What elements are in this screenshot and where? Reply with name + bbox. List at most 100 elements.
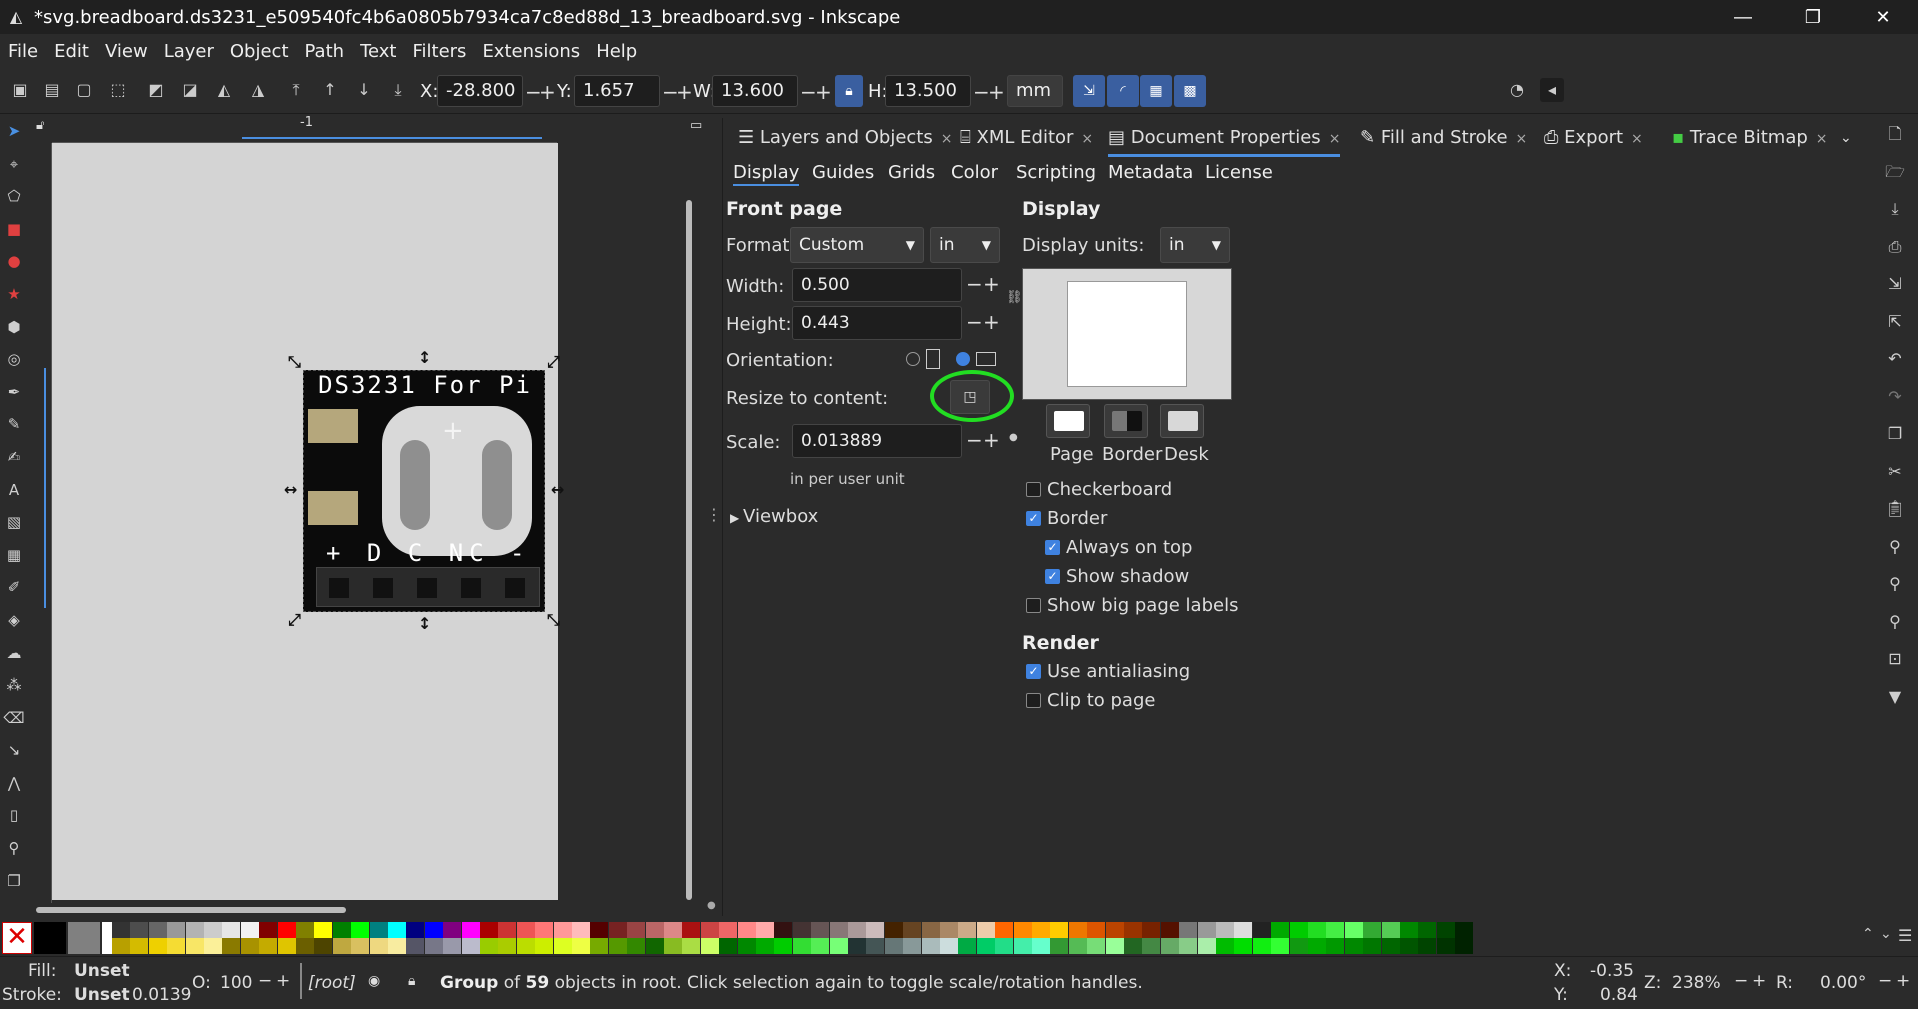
height-increment[interactable]: + [983,310,1000,334]
palette-swatch[interactable] [1179,938,1198,954]
palette-swatch[interactable] [1197,938,1216,954]
palette-swatch[interactable] [1381,922,1400,938]
scale-decrement[interactable]: − [966,428,983,452]
palette-swatch[interactable] [774,922,793,938]
palette-swatch[interactable] [296,938,314,954]
palette-swatch[interactable] [1326,938,1345,954]
palette-swatch[interactable] [1087,938,1106,954]
page-color-button[interactable] [1046,404,1090,438]
palette-swatch[interactable] [204,922,222,938]
palette-swatch[interactable] [535,922,554,938]
palette-swatch[interactable] [645,922,664,938]
palette-scroll-down-icon[interactable]: ⌄ [1880,926,1892,942]
palette-swatch[interactable] [921,922,940,938]
palette-swatch[interactable] [185,938,204,954]
menu-extensions[interactable]: Extensions [482,41,580,62]
palette-swatch[interactable] [829,922,848,938]
scale-radii-button[interactable]: ◜ [1107,75,1139,107]
palette-swatch[interactable] [1308,922,1326,938]
palette-swatch[interactable] [148,938,167,954]
palette-swatch[interactable] [332,922,351,938]
palette-swatch[interactable] [332,938,351,954]
palette-swatch[interactable] [240,938,259,954]
scale-increment[interactable]: + [983,428,1000,452]
palette-swatch[interactable] [240,922,259,938]
redo-icon[interactable]: ↷ [1872,378,1918,416]
show-big-page-labels-checkbox[interactable]: Show big page labels [1026,595,1238,616]
palette-swatch[interactable] [608,922,627,938]
zoom-value[interactable]: 238% [1672,973,1721,993]
open-file-icon[interactable]: 🗁︎ [1872,153,1918,191]
palette-swatch[interactable] [461,938,480,954]
close-icon[interactable]: × [1631,131,1643,147]
pen-tool-icon[interactable]: ✒ [0,376,28,409]
palette-swatch[interactable] [259,938,278,954]
palette-swatch[interactable] [424,922,443,938]
pages-tool-icon[interactable]: ▯ [0,799,28,832]
palette-swatch[interactable] [406,922,425,938]
cut-icon[interactable]: ✂ [1872,453,1918,491]
scale-handle-w[interactable]: ↔ [284,480,297,499]
palette-swatch[interactable] [516,922,535,938]
palette-swatch[interactable] [719,938,738,954]
w-input[interactable]: 13.600 [712,75,798,107]
palette-swatch[interactable] [1087,922,1106,938]
palette-swatch[interactable] [222,938,241,954]
palette-swatch[interactable] [222,922,241,938]
page-width-input[interactable]: 0.500 [792,268,962,302]
zoom-drawing-icon[interactable]: ⚲ [1872,565,1918,603]
tweak-tool-icon[interactable]: ☁ [0,637,28,670]
scale-handle-se[interactable]: ⤡ [547,610,560,630]
palette-swatch[interactable] [406,938,425,954]
text-tool-icon[interactable]: A [0,474,28,507]
format-select[interactable]: Custom ▼ [790,227,924,263]
gradient-tool-icon[interactable]: ▧ [0,506,28,539]
palette-swatch[interactable] [572,938,590,954]
palette-swatch[interactable] [737,938,756,954]
palette-swatch[interactable] [1271,938,1290,954]
tab-layers-and-objects[interactable]: ☰ Layers and Objects × [738,121,952,157]
lower-to-bottom-icon[interactable]: ⤓ [386,78,410,102]
palette-swatch[interactable] [498,938,517,954]
palette-swatch[interactable] [958,922,977,938]
palette-swatch[interactable] [682,938,701,954]
height-decrement[interactable]: − [966,310,983,334]
display-mode-icon[interactable]: ▭ [690,118,702,133]
layer-lock-icon[interactable]: 🔒︎ [408,973,415,989]
palette-swatch[interactable] [1326,922,1345,938]
import-icon[interactable]: ⇲ [1872,265,1918,303]
more-commands-chevron-down-icon[interactable]: ▼ [1872,678,1918,716]
palette-swatch[interactable] [1105,922,1124,938]
tab-trace-bitmap[interactable]: ▪ Trace Bitmap × [1672,121,1828,157]
horizontal-scrollbar[interactable] [36,907,346,913]
palette-swatch[interactable] [498,922,517,938]
node-tool-icon[interactable]: ⌖ [0,148,28,181]
show-shadow-checkbox[interactable]: ✓ Show shadow [1045,566,1189,587]
palette-swatch[interactable] [553,922,572,938]
selector-tool-icon[interactable]: ➤ [0,115,28,148]
palette-swatch[interactable] [34,922,66,954]
x-increment[interactable]: + [539,80,556,104]
use-antialiasing-checkbox[interactable]: ✓ Use antialiasing [1026,661,1190,682]
clip-to-page-checkbox[interactable]: Clip to page [1026,690,1155,711]
layer-visibility-icon[interactable]: ◉ [368,973,380,989]
palette-swatch[interactable] [1032,922,1050,938]
palette-swatch[interactable] [443,922,462,938]
palette-swatch[interactable] [756,922,774,938]
palette-swatch[interactable] [903,938,922,954]
palette-swatch[interactable] [884,938,903,954]
palette-swatch[interactable] [940,938,958,954]
palette-swatch[interactable] [811,938,830,954]
palette-swatch[interactable] [1289,922,1308,938]
palette-swatch[interactable] [866,938,885,954]
palette-swatch[interactable] [811,922,830,938]
h-input[interactable]: 13.500 [885,75,971,107]
palette-swatch[interactable] [700,938,719,954]
palette-swatch[interactable] [314,922,333,938]
h-increment[interactable]: + [988,80,1005,104]
subtab-license[interactable]: License [1205,162,1273,183]
stroke-width-value[interactable]: 0.0139 [132,985,191,1005]
palette-swatch[interactable] [1289,938,1308,954]
palette-swatch[interactable] [1252,938,1271,954]
undo-icon[interactable]: ↶ [1872,340,1918,378]
